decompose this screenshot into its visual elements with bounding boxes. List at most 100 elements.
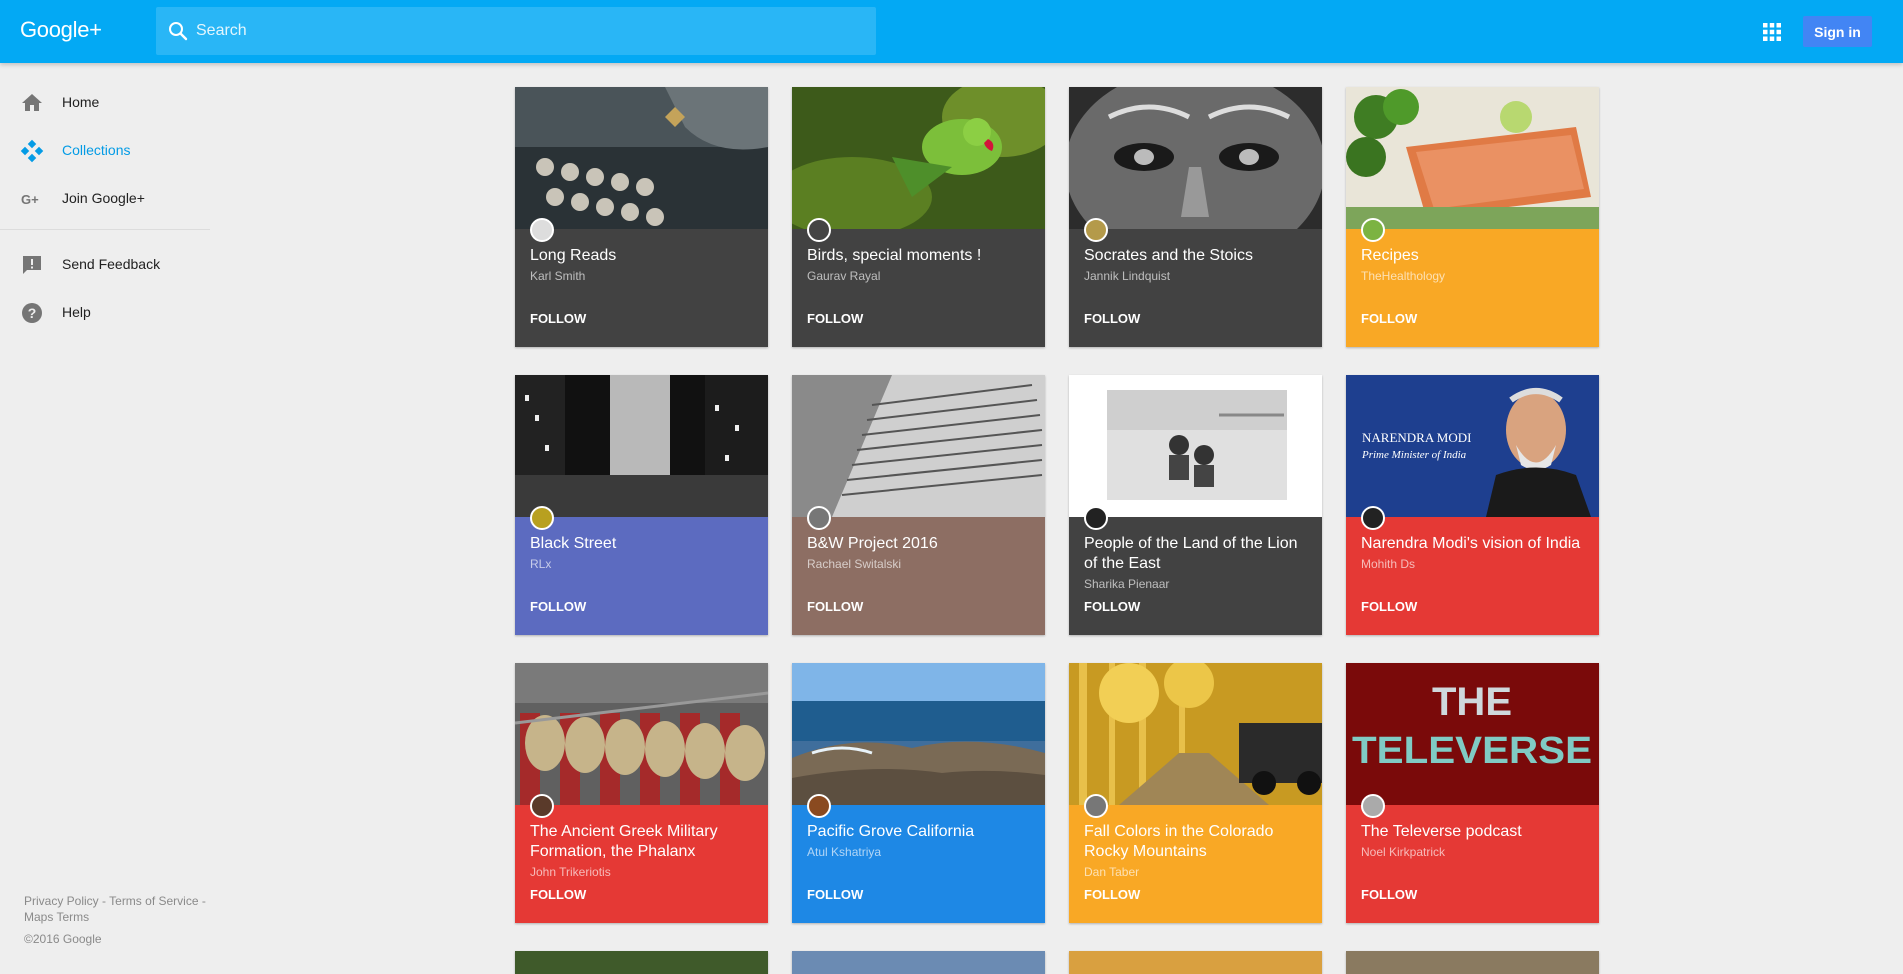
- follow-button[interactable]: FOLLOW: [807, 311, 863, 326]
- collection-card[interactable]: [515, 951, 768, 974]
- owner-avatar: [807, 218, 831, 242]
- collection-cover-image: [515, 663, 768, 805]
- collection-card[interactable]: [1346, 951, 1599, 974]
- sidebar-item-collections[interactable]: Collections: [0, 127, 210, 175]
- search-box[interactable]: [156, 7, 876, 55]
- collection-card[interactable]: People of the Land of the Lion of the Ea…: [1069, 375, 1322, 635]
- feedback-icon: [23, 256, 41, 274]
- collection-card[interactable]: [1069, 951, 1322, 974]
- owner-avatar: [530, 218, 554, 242]
- collection-owner: RLx: [530, 557, 552, 571]
- google-plus-icon: G+: [21, 192, 39, 207]
- follow-button[interactable]: FOLLOW: [1361, 887, 1417, 902]
- sidebar-item-home[interactable]: Home: [0, 79, 210, 127]
- collection-card[interactable]: Recipes TheHealthology FOLLOW: [1346, 87, 1599, 347]
- collection-card[interactable]: Black Street RLx FOLLOW: [515, 375, 768, 635]
- collection-cover-image: [792, 663, 1045, 805]
- owner-avatar: [807, 794, 831, 818]
- collection-card[interactable]: Long Reads Karl Smith FOLLOW: [515, 87, 768, 347]
- home-icon: [22, 94, 42, 111]
- search-input[interactable]: [196, 7, 856, 55]
- collection-owner: Atul Kshatriya: [807, 845, 882, 859]
- collection-title: People of the Land of the Lion of the Ea…: [1084, 535, 1298, 572]
- collection-card[interactable]: NARENDRA MODI Prime Minister of India Nar…: [1346, 375, 1599, 635]
- apps-grid-icon[interactable]: [1760, 20, 1784, 44]
- cover-image-title-line1: THE: [1432, 680, 1512, 724]
- collection-owner: Noel Kirkpatrick: [1361, 845, 1446, 859]
- google-plus-logo[interactable]: Google+: [20, 17, 102, 43]
- collection-owner: Jannik Lindquist: [1084, 269, 1171, 283]
- collection-title: Black Street: [530, 535, 617, 552]
- follow-button[interactable]: FOLLOW: [1084, 599, 1140, 614]
- sidebar-footer: Privacy Policy - Terms of Service - Maps…: [24, 893, 214, 947]
- collection-card[interactable]: The Ancient Greek Military Formation, th…: [515, 663, 768, 923]
- sidebar-item-label: Help: [62, 304, 91, 320]
- sidebar-item-join-google-plus[interactable]: G+ Join Google+: [0, 175, 210, 223]
- owner-avatar: [1361, 218, 1385, 242]
- cover-image-name: NARENDRA MODI: [1362, 430, 1471, 445]
- collection-owner: Dan Taber: [1084, 865, 1140, 879]
- follow-button[interactable]: FOLLOW: [1361, 311, 1417, 326]
- top-app-bar: Google+ Sign in: [0, 0, 1903, 63]
- collection-cover-image: [792, 375, 1045, 517]
- collection-card[interactable]: THE TELEVERSE The Televerse podcast Noel …: [1346, 663, 1599, 923]
- cover-image-title-line2: TELEVERSE: [1352, 730, 1592, 772]
- footer-separator: -: [198, 894, 206, 908]
- collection-cover-image: [1069, 663, 1322, 805]
- follow-button[interactable]: FOLLOW: [807, 887, 863, 902]
- collection-owner: John Trikeriotis: [530, 865, 611, 879]
- collection-owner: Gaurav Rayal: [807, 269, 881, 283]
- collection-title: The Ancient Greek Military Formation, th…: [530, 823, 718, 860]
- terms-of-service-link[interactable]: Terms of Service: [109, 894, 198, 908]
- collection-card[interactable]: [792, 951, 1045, 974]
- copyright-text: ©2016 Google: [24, 932, 102, 946]
- collection-title: B&W Project 2016: [807, 535, 938, 552]
- follow-button[interactable]: FOLLOW: [1361, 599, 1417, 614]
- collection-card[interactable]: Birds, special moments ! Gaurav Rayal FO…: [792, 87, 1045, 347]
- follow-button[interactable]: FOLLOW: [1084, 887, 1140, 902]
- footer-separator: -: [98, 894, 110, 908]
- collection-card[interactable]: Pacific Grove California Atul Kshatriya …: [792, 663, 1045, 923]
- follow-button[interactable]: FOLLOW: [1084, 311, 1140, 326]
- svg-text:G+: G+: [21, 192, 39, 207]
- collection-owner: TheHealthology: [1361, 269, 1446, 283]
- collection-cover-image: [1069, 375, 1322, 517]
- collection-cover-image: NARENDRA MODI Prime Minister of India: [1346, 375, 1599, 517]
- follow-button[interactable]: FOLLOW: [530, 599, 586, 614]
- help-icon: ?: [22, 303, 42, 323]
- sidebar-item-label: Home: [62, 94, 100, 110]
- cover-image-role: Prime Minister of India: [1361, 449, 1467, 461]
- owner-avatar: [1361, 506, 1385, 530]
- svg-text:?: ?: [28, 305, 37, 321]
- sidebar-divider: [0, 229, 210, 230]
- sidebar-item-label: Join Google+: [62, 190, 145, 206]
- follow-button[interactable]: FOLLOW: [530, 887, 586, 902]
- follow-button[interactable]: FOLLOW: [807, 599, 863, 614]
- collection-owner: Karl Smith: [530, 269, 586, 283]
- maps-terms-link[interactable]: Maps Terms: [24, 910, 89, 924]
- collection-card[interactable]: Socrates and the Stoics Jannik Lindquist…: [1069, 87, 1322, 347]
- sidebar-item-label: Send Feedback: [62, 256, 161, 272]
- collection-title: Recipes: [1361, 247, 1419, 264]
- collection-title: Long Reads: [530, 247, 617, 264]
- sidebar-nav: Home Collections G+ Join Google+ Send Fe…: [0, 63, 210, 974]
- privacy-policy-link[interactable]: Privacy Policy: [24, 894, 99, 908]
- sidebar-item-help[interactable]: ? Help: [0, 289, 210, 337]
- collection-owner: Rachael Switalski: [807, 557, 902, 571]
- owner-avatar: [530, 506, 554, 530]
- sign-in-button[interactable]: Sign in: [1803, 16, 1872, 47]
- collection-cover-image: [1346, 87, 1599, 229]
- owner-avatar: [530, 794, 554, 818]
- collections-icon: [20, 139, 44, 163]
- collection-card[interactable]: Fall Colors in the Colorado Rocky Mounta…: [1069, 663, 1322, 923]
- collection-owner: Mohith Ds: [1361, 557, 1416, 571]
- follow-button[interactable]: FOLLOW: [530, 311, 586, 326]
- collection-owner: Sharika Pienaar: [1084, 577, 1170, 591]
- sidebar-item-label: Collections: [62, 142, 131, 158]
- owner-avatar: [1361, 794, 1385, 818]
- sidebar-item-send-feedback[interactable]: Send Feedback: [0, 241, 210, 289]
- owner-avatar: [1084, 506, 1108, 530]
- collection-cover-image: [515, 87, 768, 229]
- collection-cover-image: [792, 87, 1045, 229]
- collection-card[interactable]: B&W Project 2016 Rachael Switalski FOLLO…: [792, 375, 1045, 635]
